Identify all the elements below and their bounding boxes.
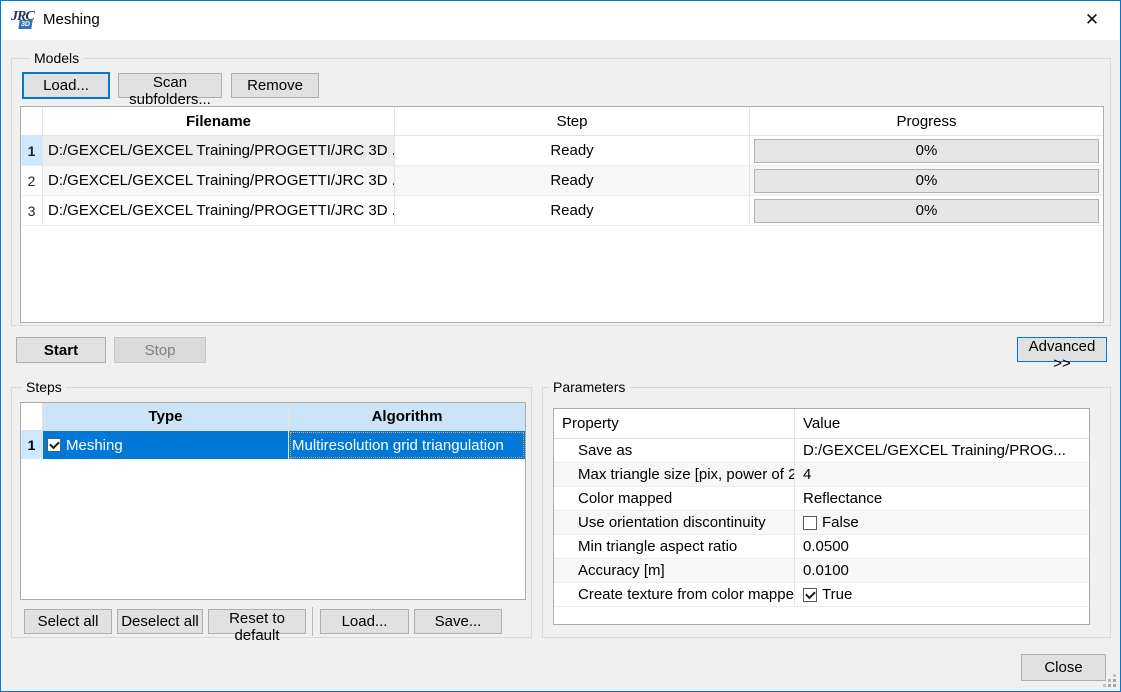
- save-steps-button[interactable]: Save...: [414, 609, 502, 634]
- models-header-filename[interactable]: Filename: [43, 107, 395, 135]
- stop-button: Stop: [114, 337, 206, 363]
- load-models-button[interactable]: Load...: [22, 72, 110, 99]
- parameter-value-cell[interactable]: False: [795, 511, 1089, 534]
- parameter-name: Accuracy [m]: [554, 559, 795, 582]
- model-progress-cell: 0%: [750, 196, 1103, 226]
- app-icon-badge: 3D: [18, 20, 32, 29]
- parameter-value-cell[interactable]: True: [795, 583, 1089, 606]
- progress-bar: 0%: [754, 169, 1099, 193]
- model-filename-cell[interactable]: D:/GEXCEL/GEXCEL Training/PROGETTI/JRC 3…: [43, 196, 395, 226]
- close-icon[interactable]: ✕: [1072, 5, 1112, 35]
- models-table-header: Filename Step Progress: [21, 107, 1103, 136]
- model-row-number[interactable]: 1: [21, 136, 43, 166]
- start-button[interactable]: Start: [16, 337, 106, 363]
- steps-table: Type Algorithm 1 Meshing Multiresolution…: [20, 402, 526, 600]
- parameter-checkbox-unchecked[interactable]: [803, 516, 817, 530]
- parameters-table-header: Property Value: [554, 409, 1089, 439]
- parameter-value[interactable]: D:/GEXCEL/GEXCEL Training/PROG...: [795, 439, 1089, 462]
- title-bar[interactable]: JRC 3D Meshing ✕: [1, 1, 1120, 40]
- parameters-groupbox: Parameters Property Value Save as D:/GEX…: [542, 387, 1111, 638]
- parameters-table: Property Value Save as D:/GEXCEL/GEXCEL …: [553, 408, 1090, 625]
- model-progress-cell: 0%: [750, 166, 1103, 196]
- load-steps-button[interactable]: Load...: [320, 609, 409, 634]
- parameter-name: Save as: [554, 439, 795, 462]
- app-icon: JRC 3D: [11, 9, 37, 31]
- remove-button[interactable]: Remove: [231, 73, 319, 98]
- parameter-row[interactable]: Use orientation discontinuity False: [554, 511, 1089, 535]
- parameters-header-value: Value: [795, 409, 1089, 438]
- model-progress-cell: 0%: [750, 136, 1103, 166]
- model-row[interactable]: 1 D:/GEXCEL/GEXCEL Training/PROGETTI/JRC…: [21, 136, 1103, 166]
- progress-bar: 0%: [754, 199, 1099, 223]
- model-row-number[interactable]: 2: [21, 166, 43, 196]
- models-group-label: Models: [30, 50, 83, 66]
- parameter-name: Min triangle aspect ratio: [554, 535, 795, 558]
- parameters-header-property: Property: [554, 409, 795, 438]
- step-algorithm-cell[interactable]: Multiresolution grid triangulation: [289, 431, 525, 459]
- parameter-name: Color mapped: [554, 487, 795, 510]
- parameter-checkbox-checked[interactable]: [803, 588, 817, 602]
- select-all-button[interactable]: Select all: [24, 609, 112, 634]
- model-row[interactable]: 3 D:/GEXCEL/GEXCEL Training/PROGETTI/JRC…: [21, 196, 1103, 226]
- model-step-cell[interactable]: Ready: [395, 196, 750, 226]
- steps-group-label: Steps: [22, 379, 66, 395]
- steps-header-algorithm[interactable]: Algorithm: [289, 403, 525, 430]
- resize-grip[interactable]: [1103, 674, 1116, 687]
- steps-groupbox: Steps Type Algorithm 1 Meshing Multireso…: [11, 387, 532, 638]
- close-button[interactable]: Close: [1021, 654, 1106, 681]
- model-step-cell[interactable]: Ready: [395, 166, 750, 196]
- model-filename-cell[interactable]: D:/GEXCEL/GEXCEL Training/PROGETTI/JRC 3…: [43, 136, 395, 166]
- button-separator: [312, 607, 313, 636]
- parameter-value[interactable]: 4: [795, 463, 1089, 486]
- progress-bar: 0%: [754, 139, 1099, 163]
- parameter-row[interactable]: Min triangle aspect ratio 0.0500: [554, 535, 1089, 559]
- models-header-step[interactable]: Step: [395, 107, 750, 135]
- parameter-row[interactable]: Accuracy [m] 0.0100: [554, 559, 1089, 583]
- models-header-rownum: [21, 107, 43, 135]
- steps-table-header: Type Algorithm: [21, 403, 525, 431]
- step-enabled-checkbox[interactable]: [47, 438, 61, 452]
- advanced-toggle-button[interactable]: Advanced >>: [1017, 337, 1107, 362]
- meshing-dialog: JRC 3D Meshing ✕ Models Load... Scan sub…: [0, 0, 1121, 692]
- step-row[interactable]: 1 Meshing Multiresolution grid triangula…: [21, 431, 525, 459]
- step-type-cell[interactable]: Meshing: [43, 431, 289, 459]
- models-groupbox: Models Load... Scan subfolders... Remove…: [11, 58, 1111, 326]
- steps-header-rownum: [21, 403, 43, 430]
- model-filename-cell[interactable]: D:/GEXCEL/GEXCEL Training/PROGETTI/JRC 3…: [43, 166, 395, 196]
- parameter-name: Create texture from color mapped: [554, 583, 795, 606]
- parameter-value[interactable]: 0.0500: [795, 535, 1089, 558]
- models-table: Filename Step Progress 1 D:/GEXCEL/GEXCE…: [20, 106, 1104, 323]
- model-row[interactable]: 2 D:/GEXCEL/GEXCEL Training/PROGETTI/JRC…: [21, 166, 1103, 196]
- reset-to-default-button[interactable]: Reset to default: [208, 609, 306, 634]
- parameter-value: True: [822, 586, 852, 603]
- parameter-name: Max triangle size [pix, power of 2]: [554, 463, 795, 486]
- parameter-row[interactable]: Color mapped Reflectance: [554, 487, 1089, 511]
- parameter-name: Use orientation discontinuity: [554, 511, 795, 534]
- parameters-group-label: Parameters: [549, 379, 629, 395]
- models-header-progress[interactable]: Progress: [750, 107, 1103, 135]
- step-type-label: Meshing: [66, 437, 123, 454]
- scan-subfolders-button[interactable]: Scan subfolders...: [118, 73, 222, 98]
- model-row-number[interactable]: 3: [21, 196, 43, 226]
- parameter-row[interactable]: Create texture from color mapped True: [554, 583, 1089, 607]
- steps-header-type[interactable]: Type: [43, 403, 289, 430]
- parameter-value: False: [822, 514, 859, 531]
- parameter-value[interactable]: 0.0100: [795, 559, 1089, 582]
- window-title: Meshing: [43, 11, 100, 28]
- deselect-all-button[interactable]: Deselect all: [117, 609, 203, 634]
- parameter-row[interactable]: Max triangle size [pix, power of 2] 4: [554, 463, 1089, 487]
- model-step-cell[interactable]: Ready: [395, 136, 750, 166]
- parameter-row[interactable]: Save as D:/GEXCEL/GEXCEL Training/PROG..…: [554, 439, 1089, 463]
- parameter-value[interactable]: Reflectance: [795, 487, 1089, 510]
- step-row-number[interactable]: 1: [21, 431, 43, 459]
